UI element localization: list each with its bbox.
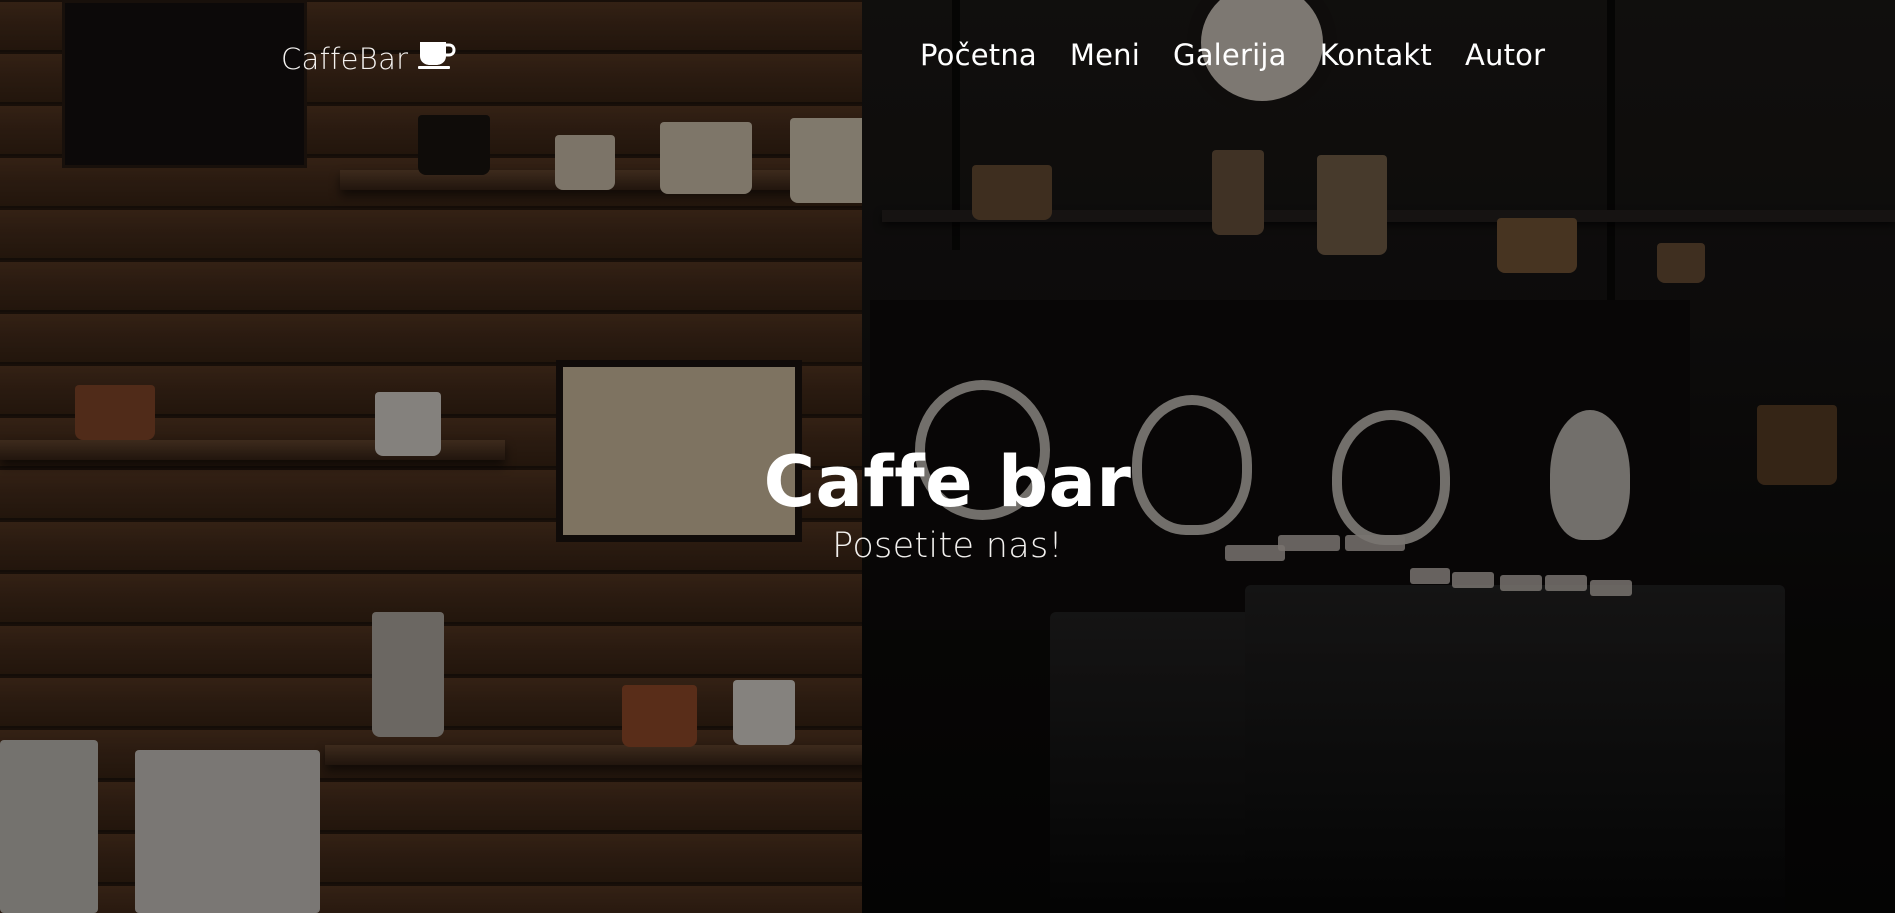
nav-link-autor[interactable]: Autor: [1465, 38, 1545, 72]
nav-link-pocetna[interactable]: Početna: [920, 38, 1037, 72]
nav-item-pocetna: Početna: [920, 38, 1037, 72]
nav-link-galerija[interactable]: Galerija: [1173, 38, 1287, 72]
hero-subtitle: Posetite nas!: [832, 526, 1063, 566]
navbar: CaffeBar Početna Meni Galerija Kontakt A…: [0, 0, 1895, 115]
brand-logo-link[interactable]: CaffeBar: [281, 40, 456, 77]
hero-text-block: Caffe bar Posetite nas!: [0, 440, 1895, 568]
nav-item-autor: Autor: [1465, 38, 1545, 72]
coffee-cup-icon: [418, 40, 456, 77]
nav-link-meni[interactable]: Meni: [1070, 38, 1140, 72]
nav-menu: Početna Meni Galerija Kontakt Autor: [920, 38, 1545, 72]
nav-item-meni: Meni: [1070, 38, 1140, 72]
nav-item-galerija: Galerija: [1173, 38, 1287, 72]
nav-link-kontakt[interactable]: Kontakt: [1320, 38, 1432, 72]
hero-title: Caffe bar: [763, 441, 1132, 523]
brand-name: CaffeBar: [281, 41, 409, 76]
nav-item-kontakt: Kontakt: [1320, 38, 1432, 72]
hero-section: CaffeBar Početna Meni Galerija Kontakt A…: [0, 0, 1895, 913]
